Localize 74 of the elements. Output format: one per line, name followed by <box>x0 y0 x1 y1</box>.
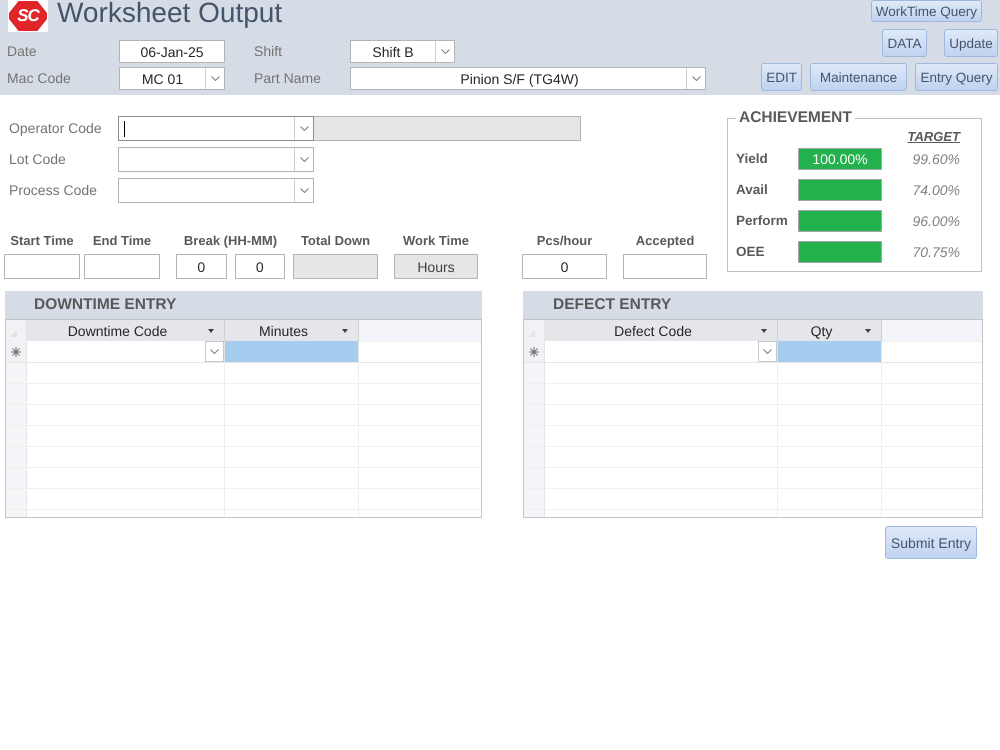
table-cell[interactable] <box>778 341 882 362</box>
asterisk-icon <box>529 346 539 356</box>
chevron-down-icon <box>300 157 308 162</box>
field-label: Shift <box>254 42 284 61</box>
metric-label: Perform <box>736 212 789 230</box>
toolbar-button[interactable]: EDIT <box>761 63 802 91</box>
combo-box[interactable] <box>118 147 314 172</box>
combo-box[interactable] <box>118 178 314 203</box>
field-label: Start Time <box>9 232 75 250</box>
column-header[interactable]: Downtime Code <box>27 320 225 341</box>
text-field[interactable] <box>4 254 80 279</box>
dropdown-button[interactable] <box>758 341 777 362</box>
field-label: Pcs/hour <box>536 232 594 250</box>
text-field[interactable]: 06-Jan-25 <box>119 40 225 63</box>
chevron-down-icon <box>210 76 220 81</box>
chevron-down-icon <box>763 349 772 354</box>
dropdown-arrow-icon <box>342 328 348 332</box>
logo: SC <box>8 0 48 32</box>
toolbar-button[interactable]: WorkTime Query <box>870 0 982 22</box>
metric-value-field: 100.00% <box>798 148 882 170</box>
combo-cell[interactable] <box>545 341 778 362</box>
dropdown-arrow-icon <box>865 328 871 332</box>
chevron-down-icon <box>692 76 700 81</box>
field-label: Process Code <box>8 181 98 200</box>
table-cell[interactable] <box>225 341 359 362</box>
text-field[interactable] <box>623 254 707 279</box>
dropdown-arrow-icon <box>208 328 214 332</box>
dropdown-button[interactable] <box>205 341 224 362</box>
field-label: Work Time <box>402 232 470 250</box>
section-header: DEFECT ENTRY <box>523 291 983 319</box>
panel-title: ACHIEVEMENT <box>738 110 853 126</box>
field-label: Lot Code <box>8 150 67 169</box>
column-header[interactable]: Defect Code <box>545 320 778 341</box>
combo-box[interactable]: Pinion S/F (TG4W) <box>350 67 706 90</box>
field-label: Date <box>7 42 38 61</box>
combo-box[interactable]: MC 01 <box>119 67 225 90</box>
combo-box[interactable] <box>118 116 314 141</box>
metric-label: Yield <box>736 150 769 168</box>
target-value: 96.00% <box>912 212 960 231</box>
text-field[interactable]: 0 <box>522 254 607 279</box>
section-header: DOWNTIME ENTRY <box>5 291 482 319</box>
chevron-down-icon <box>440 49 450 54</box>
field-label: Mac Code <box>7 69 72 88</box>
text-cursor <box>124 120 125 136</box>
text-field[interactable]: 0 <box>176 254 226 279</box>
field-label: End Time <box>92 232 152 250</box>
toolbar-button[interactable]: Entry Query <box>915 63 998 91</box>
combo-box[interactable]: Shift B <box>350 40 455 63</box>
field-label: Part Name <box>254 69 322 88</box>
column-heading: TARGET <box>908 129 960 145</box>
target-value: 70.75% <box>912 243 960 262</box>
metric-label: Avail <box>736 181 769 199</box>
field-label: Operator Code <box>8 119 103 138</box>
text-field[interactable] <box>84 254 160 279</box>
field-label: Total Down <box>300 232 372 250</box>
target-value: 99.60% <box>912 150 960 169</box>
metric-label: OEE <box>736 243 766 261</box>
column-header[interactable]: Minutes <box>225 320 359 341</box>
chevron-down-icon <box>300 126 308 131</box>
submit-button[interactable]: Submit Entry <box>885 526 977 559</box>
text-field[interactable]: 0 <box>234 254 285 279</box>
combo-cell[interactable] <box>27 341 225 362</box>
chevron-down-icon <box>300 188 308 193</box>
chevron-down-icon <box>210 349 219 354</box>
toolbar-button[interactable]: Maintenance <box>810 63 907 91</box>
field-label: Accepted <box>634 232 696 250</box>
target-value: 74.00% <box>912 181 960 200</box>
asterisk-icon <box>11 346 21 356</box>
display-field: Hours <box>394 254 478 279</box>
toolbar-button[interactable]: Update <box>944 29 998 57</box>
toolbar-button[interactable]: DATA <box>882 29 927 57</box>
dropdown-arrow-icon <box>761 328 767 332</box>
column-header[interactable]: Qty <box>778 320 882 341</box>
field-label: Break (HH-MM) <box>182 232 278 250</box>
